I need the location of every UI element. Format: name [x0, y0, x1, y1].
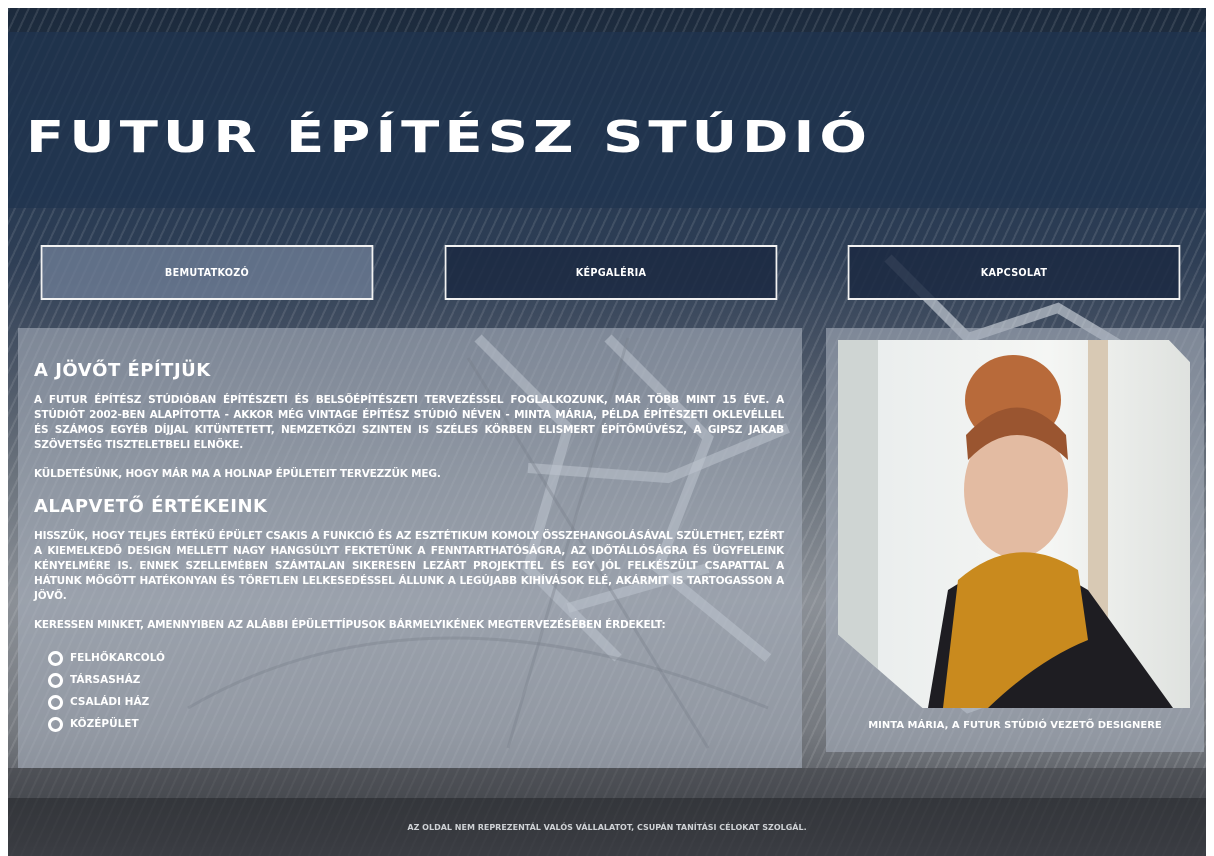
values-paragraph: Hisszük, hogy teljes értékű épület csaki… [34, 530, 784, 602]
circle-bullet-icon [48, 694, 63, 710]
heading-values: Alapvető értékeink [34, 496, 268, 517]
list-item-label: Középület [70, 718, 139, 730]
main-content: A jövőt építjük A Futur Építész Stúdióba… [18, 328, 802, 768]
building-types-list: Felhőkarcoló Társasház Családi ház Közép… [34, 647, 784, 735]
mission-paragraph: Küldetésünk, hogy már ma a holnap épület… [34, 468, 441, 480]
designer-card: Minta Mária, a Futur Stúdió vezető desig… [826, 328, 1204, 752]
site-title: Futur Építész Stúdió [26, 112, 872, 163]
circle-bullet-icon [48, 650, 63, 666]
page: Futur Építész Stúdió Bemutatkozó Képgalé… [8, 8, 1206, 856]
header-banner: Futur Építész Stúdió [8, 32, 1206, 208]
nav-item-kepgaleria[interactable]: Képgaléria [444, 245, 778, 300]
list-item: Középület [48, 713, 784, 735]
photo-caption: Minta Mária, a Futur Stúdió vezető desig… [868, 720, 1162, 731]
intro-paragraph: A Futur Építész Stúdióban építészeti és … [34, 394, 784, 451]
heading-future: A jövőt építjük [34, 360, 211, 381]
footer: Az oldal nem reprezentál valós vállalato… [8, 798, 1206, 856]
designer-photo [838, 340, 1190, 708]
portrait-image [838, 340, 1173, 708]
main-navigation: Bemutatkozó Képgaléria Kapcsolat [18, 245, 1206, 303]
list-item-label: Társasház [70, 674, 141, 686]
list-item-label: Családi ház [70, 696, 150, 708]
nav-item-kapcsolat[interactable]: Kapcsolat [847, 245, 1181, 300]
list-item: Társasház [48, 669, 784, 691]
contact-paragraph: Keressen minket, amennyiben az alábbi ép… [34, 619, 666, 631]
circle-bullet-icon [48, 672, 63, 688]
list-item-label: Felhőkarcoló [70, 652, 165, 664]
list-item: Családi ház [48, 691, 784, 713]
nav-item-bemutatkozo[interactable]: Bemutatkozó [40, 245, 374, 300]
list-item: Felhőkarcoló [48, 647, 784, 669]
circle-bullet-icon [48, 716, 63, 732]
footer-disclaimer: Az oldal nem reprezentál valós vállalato… [407, 822, 807, 832]
